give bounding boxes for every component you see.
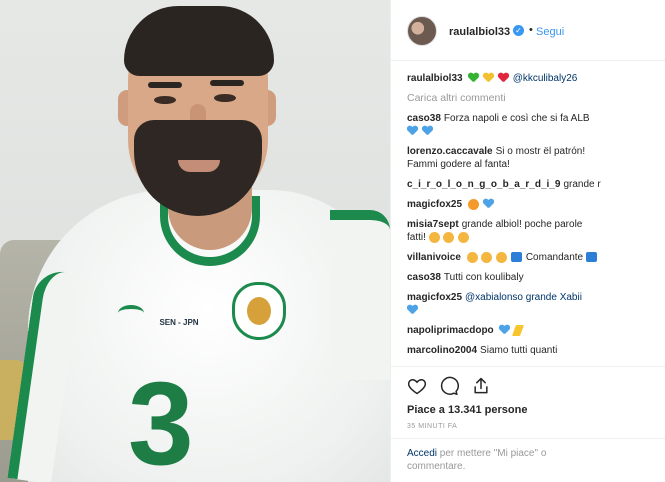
load-more-comments-button[interactable]: Carica altri commenti — [407, 92, 665, 104]
comments-list[interactable]: raulalbiol33 @kkculibaly26 Carica altri … — [407, 72, 665, 364]
avatar[interactable] — [407, 16, 437, 46]
list-item: caso38 Forza napoli e così che si fa ALB — [407, 112, 665, 138]
photo-right-eye — [214, 94, 236, 102]
login-prompt: Accedi per mettere "Mi piace" o commenta… — [391, 438, 665, 482]
green-heart-icon — [468, 73, 479, 83]
comment-text: Siamo tutti quanti — [480, 345, 558, 356]
list-item: misia7sept grande albiol! poche parole fa… — [407, 218, 665, 244]
list-item: magicfox25 @xabialonso grande Xabii — [407, 291, 665, 317]
comment-text-continued: fatti! — [407, 232, 426, 243]
blue-heart-icon — [407, 126, 418, 136]
clap-emoji-icon — [458, 231, 470, 243]
photo-left-brow — [148, 82, 182, 88]
comment-text-continued: Fammi godere al fanta! — [407, 159, 510, 170]
clap-emoji-icon — [496, 251, 508, 263]
lightning-emoji-icon — [512, 324, 525, 336]
list-item: magicfox25 — [407, 198, 665, 211]
list-item: caso38 Tutti con koulibaly — [407, 271, 665, 284]
list-item: c_i_r_o_l_o_n_g_o_b_a_r_d_i_9 grande r — [407, 178, 665, 191]
comment-username[interactable]: magicfox25 — [407, 199, 462, 210]
comment-text: Tutti con koulibaly — [443, 272, 524, 283]
blue-heart-icon — [422, 126, 433, 136]
share-arrow-icon[interactable] — [471, 376, 491, 396]
header-username[interactable]: raulalbiol33 — [449, 26, 510, 38]
caption-mention[interactable]: @kkculibaly26 — [513, 73, 578, 84]
caption-username[interactable]: raulalbiol33 — [407, 73, 463, 84]
photo-right-sleeve — [330, 210, 390, 380]
comment-text: Comandante — [525, 252, 584, 263]
login-prompt-text: Accedi per mettere "Mi piace" o commenta… — [407, 447, 607, 473]
comment-username[interactable]: misia7sept — [407, 219, 459, 230]
jersey-crest — [232, 282, 286, 340]
comment-username[interactable]: caso38 — [407, 272, 441, 283]
heart-outline-icon[interactable] — [407, 376, 427, 396]
photo-hair — [124, 6, 274, 76]
post-timestamp: 35 MINUTI FA — [407, 423, 458, 430]
caption: raulalbiol33 @kkculibaly26 — [407, 72, 665, 85]
jersey-number: 3 — [128, 358, 194, 482]
comment-text: Forza napoli e così che si fa ALB — [443, 113, 590, 124]
header-separator: • — [529, 24, 533, 36]
comment-username[interactable]: caso38 — [407, 113, 441, 124]
verified-badge-icon: ✓ — [513, 25, 524, 36]
photo-mouth — [178, 160, 220, 172]
clap-emoji-icon — [481, 251, 493, 263]
clap-emoji-icon — [466, 251, 478, 263]
comment-text: grande albiol! poche parole — [461, 219, 583, 230]
login-link[interactable]: Accedi — [407, 448, 437, 459]
clap-emoji-icon — [428, 231, 440, 243]
yellow-heart-icon — [483, 73, 494, 83]
red-heart-icon — [498, 73, 509, 83]
comment-text: @xabialonso grande Xabii — [465, 292, 582, 303]
comment-username[interactable]: villanivoice — [407, 252, 461, 263]
photo-left-eye — [154, 96, 176, 104]
comment-username[interactable]: c_i_r_o_l_o_n_g_o_b_a_r_d_i_9 — [407, 179, 560, 190]
comment-text: Si o mostr ël patrón! — [495, 146, 586, 157]
comment-username[interactable]: napoliprimacdopo — [407, 325, 494, 336]
post-photo[interactable]: SEN - JPN 3 — [0, 0, 390, 482]
post-header: raulalbiol33 ✓ • Segui — [391, 0, 665, 61]
jersey-brand-logo — [118, 305, 144, 321]
list-item: lorenzo.caccavale Si o mostr ël patrón! F… — [407, 145, 665, 171]
follow-button[interactable]: Segui — [536, 26, 564, 38]
comment-text: grande r — [563, 179, 601, 190]
blue-heart-icon — [499, 325, 510, 335]
jersey-match-text: SEN - JPN — [159, 318, 199, 327]
comment-username[interactable]: magicfox25 — [407, 292, 462, 303]
flag-emoji-icon — [511, 252, 523, 263]
blue-heart-icon — [483, 199, 494, 209]
post-actions — [391, 366, 665, 406]
photo-right-brow — [210, 80, 244, 86]
comment-username[interactable]: marcolino2004 — [407, 345, 477, 356]
list-item: villanivoice Comandante — [407, 251, 665, 264]
post-sidebar: raulalbiol33 ✓ • Segui raulalbiol33 @kkc… — [390, 0, 665, 482]
flag-emoji-icon — [585, 252, 597, 263]
list-item: marcolino2004 Siamo tutti quanti — [407, 344, 665, 357]
comment-username[interactable]: lorenzo.caccavale — [407, 146, 493, 157]
list-item: napoliprimacdopo — [407, 324, 665, 337]
likes-count[interactable]: Piace a 13.341 persone — [407, 404, 527, 416]
star-eyes-emoji-icon — [467, 198, 479, 210]
clap-emoji-icon — [443, 231, 455, 243]
blue-heart-icon — [407, 305, 418, 315]
comment-bubble-icon[interactable] — [439, 376, 459, 396]
